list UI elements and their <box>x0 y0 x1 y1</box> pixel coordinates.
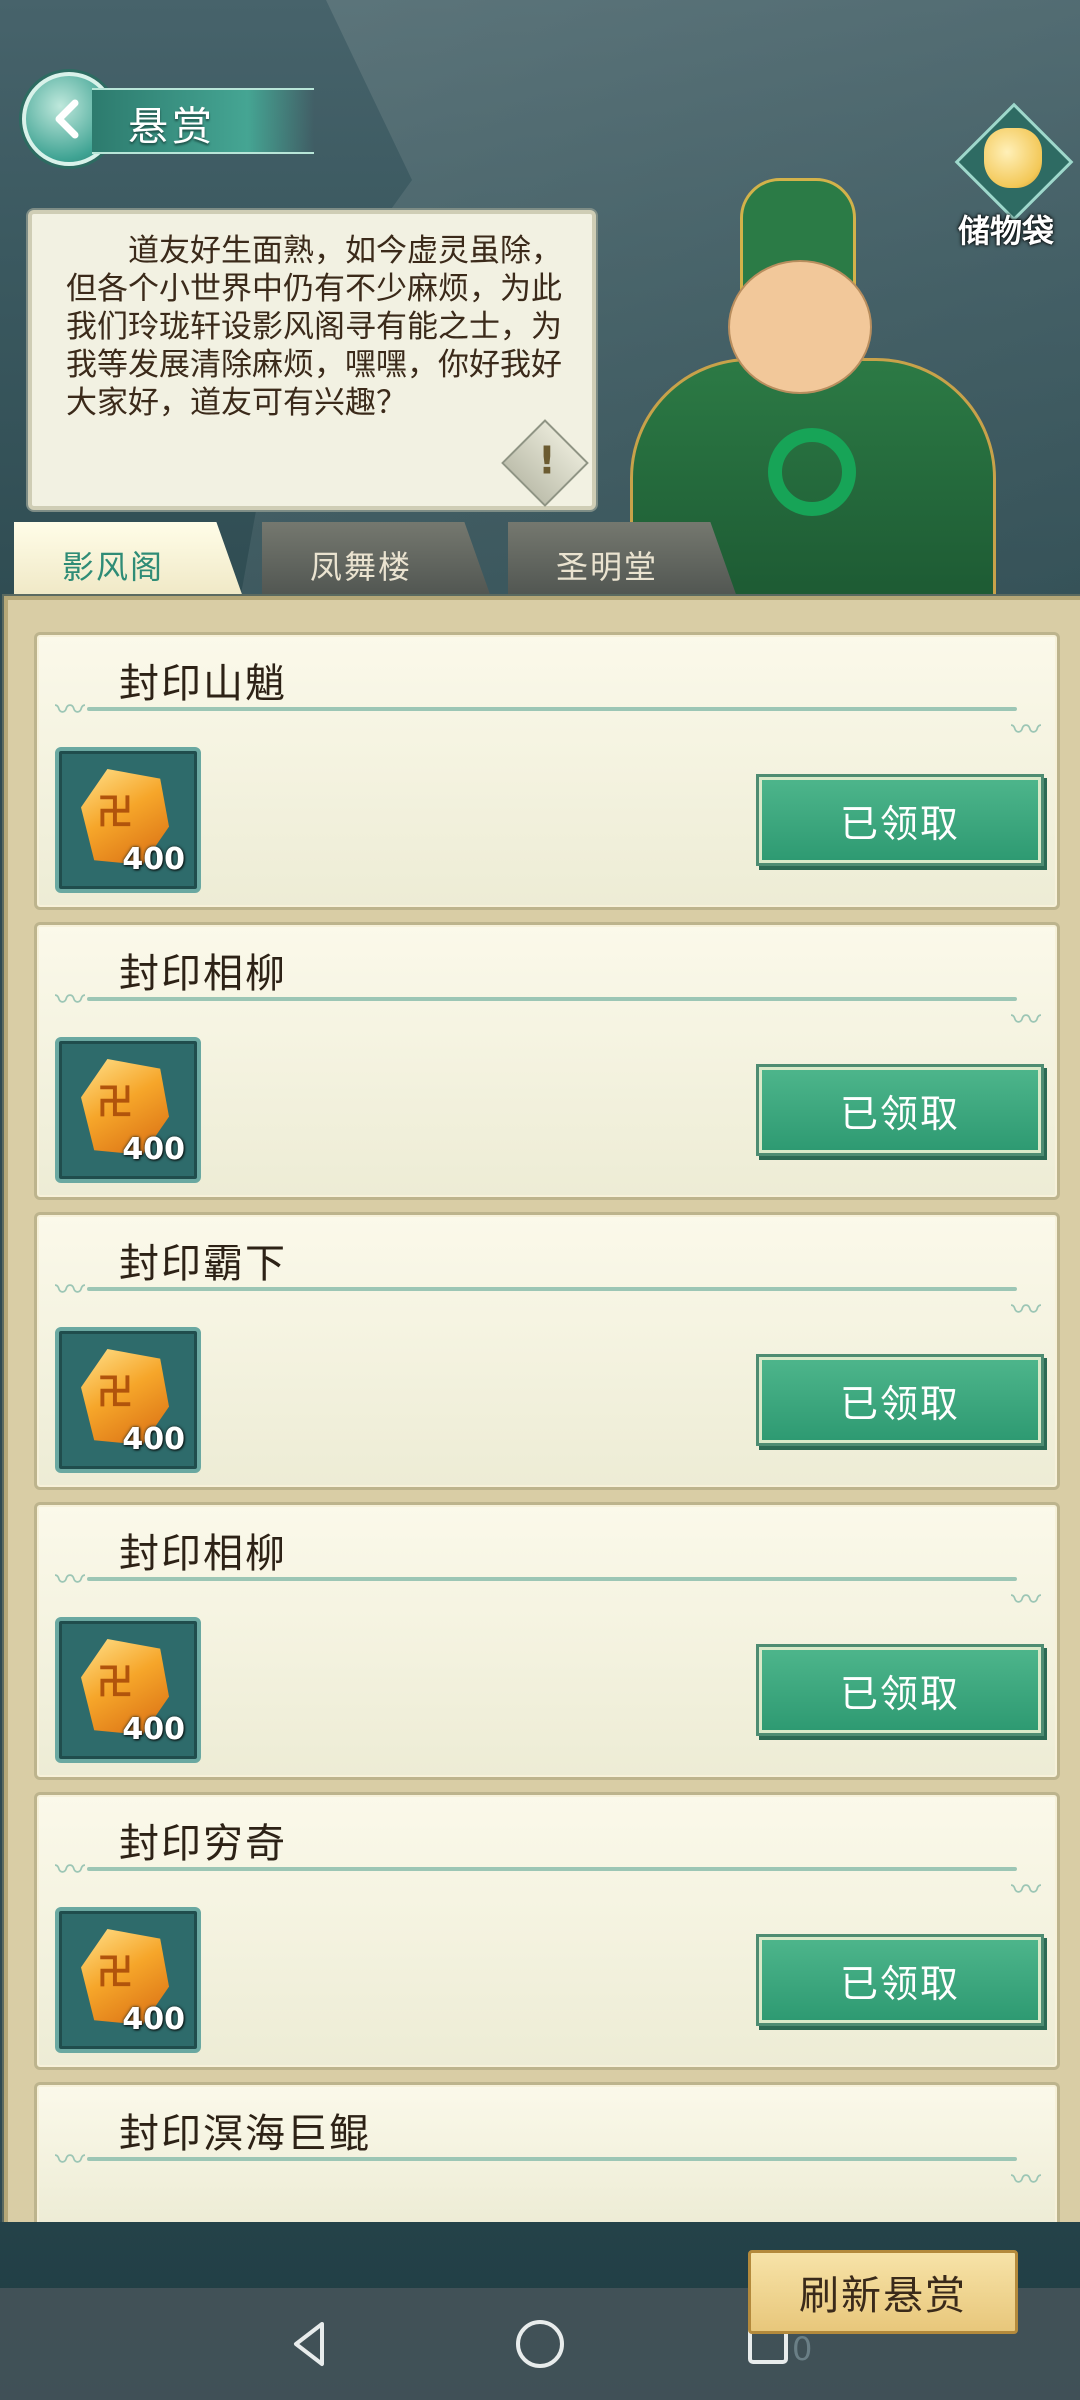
reward-item[interactable]: 卍 400 <box>55 1617 201 1763</box>
triangle-back-icon <box>294 2322 324 2366</box>
reward-quantity: 400 <box>122 842 185 877</box>
rune-symbol-icon: 卍 <box>97 1082 134 1123</box>
bounty-name: 封印山魈 <box>119 661 287 707</box>
cloud-ornament-icon: 〰 <box>55 1273 85 1308</box>
rune-symbol-icon: 卍 <box>97 1372 134 1413</box>
bounty-card: 〰 封印山魈 〰 卍 400 已领取 <box>34 632 1060 910</box>
claimed-button[interactable]: 已领取 <box>759 1067 1041 1153</box>
nav-home-button[interactable] <box>508 2312 572 2376</box>
tab-shengmingtang[interactable]: 圣明堂 <box>508 522 738 600</box>
dialog-text: 道友好生面熟，如今虚灵虽除，但各个小世界中仍有不少麻烦，为此我们玲珑轩设影风阁寻… <box>66 233 562 421</box>
cloud-ornament-icon: 〰 <box>55 1853 85 1888</box>
reward-item[interactable]: 卍 400 <box>55 1037 201 1183</box>
reward-item[interactable]: 卍 400 <box>55 747 201 893</box>
tab-yingfengge[interactable]: 影风阁 <box>14 522 244 600</box>
refresh-bounty-button[interactable]: 刷新悬赏 <box>748 2250 1018 2334</box>
npc-face <box>728 260 872 394</box>
bounty-card: 〰 封印相柳 〰 卍 400 已领取 <box>34 922 1060 1200</box>
cloud-ornament-icon: 〰 <box>55 1563 85 1598</box>
reward-quantity: 400 <box>122 1132 185 1167</box>
cloud-ornament-icon: 〰 <box>55 693 85 728</box>
reward-quantity: 400 <box>122 1712 185 1747</box>
bounty-list-panel[interactable]: 〰 封印山魈 〰 卍 400 已领取 〰 封印相柳 〰 卍 400 已领取 〰 … <box>4 596 1080 2234</box>
circle-home-icon <box>516 2320 564 2368</box>
exclamation-icon[interactable]: ! <box>501 419 589 507</box>
npc-dialog-box: 道友好生面熟，如今虚灵虽除，但各个小世界中仍有不少麻烦，为此我们玲珑轩设影风阁寻… <box>28 210 596 510</box>
divider <box>87 1287 1017 1291</box>
bounty-card: 〰 封印相柳 〰 卍 400 已领取 <box>34 1502 1060 1780</box>
counter-text: 0 <box>792 2330 813 2368</box>
claimed-button[interactable]: 已领取 <box>759 1647 1041 1733</box>
rune-symbol-icon: 卍 <box>97 1952 134 1993</box>
reward-quantity: 400 <box>122 1422 185 1457</box>
tab-label: 影风阁 <box>62 548 165 586</box>
bounty-card: 〰 封印溟海巨鲲 〰 <box>34 2082 1060 2225</box>
cloud-ornament-icon: 〰 <box>1011 713 1041 748</box>
cloud-ornament-icon: 〰 <box>1011 1003 1041 1038</box>
claimed-button[interactable]: 已领取 <box>759 1357 1041 1443</box>
cloud-ornament-icon: 〰 <box>55 983 85 1018</box>
claimed-button[interactable]: 已领取 <box>759 777 1041 863</box>
exclamation-mark: ! <box>538 438 556 483</box>
page-title: 悬赏 <box>128 104 216 150</box>
rune-symbol-icon: 卍 <box>97 1662 134 1703</box>
divider <box>87 2157 1017 2161</box>
bounty-card: 〰 封印穷奇 〰 卍 400 已领取 <box>34 1792 1060 2070</box>
bounty-name: 封印溟海巨鲲 <box>119 2111 371 2157</box>
cloud-ornament-icon: 〰 <box>1011 2163 1041 2198</box>
tab-label: 凤舞楼 <box>310 548 413 586</box>
reward-item[interactable]: 卍 400 <box>55 1907 201 2053</box>
bounty-name: 封印穷奇 <box>119 1821 287 1867</box>
cloud-ornament-icon: 〰 <box>1011 1873 1041 1908</box>
nav-back-button[interactable] <box>278 2312 342 2376</box>
cloud-ornament-icon: 〰 <box>1011 1293 1041 1328</box>
divider <box>87 1867 1017 1871</box>
divider <box>87 997 1017 1001</box>
back-arrow-icon <box>55 99 79 139</box>
reward-item[interactable]: 卍 400 <box>55 1327 201 1473</box>
bounty-name: 封印霸下 <box>119 1241 287 1287</box>
claimed-button[interactable]: 已领取 <box>759 1937 1041 2023</box>
divider <box>87 707 1017 711</box>
reward-quantity: 400 <box>122 2002 185 2037</box>
divider <box>87 1577 1017 1581</box>
jade-pendant-icon <box>768 428 856 516</box>
bounty-card: 〰 封印霸下 〰 卍 400 已领取 <box>34 1212 1060 1490</box>
tab-label: 圣明堂 <box>556 548 659 586</box>
cloud-ornament-icon: 〰 <box>55 2143 85 2178</box>
tab-fengwulou[interactable]: 凤舞楼 <box>262 522 492 600</box>
bounty-name: 封印相柳 <box>119 1531 287 1577</box>
bounty-name: 封印相柳 <box>119 951 287 997</box>
cloud-ornament-icon: 〰 <box>1011 1583 1041 1618</box>
rune-symbol-icon: 卍 <box>97 792 134 833</box>
